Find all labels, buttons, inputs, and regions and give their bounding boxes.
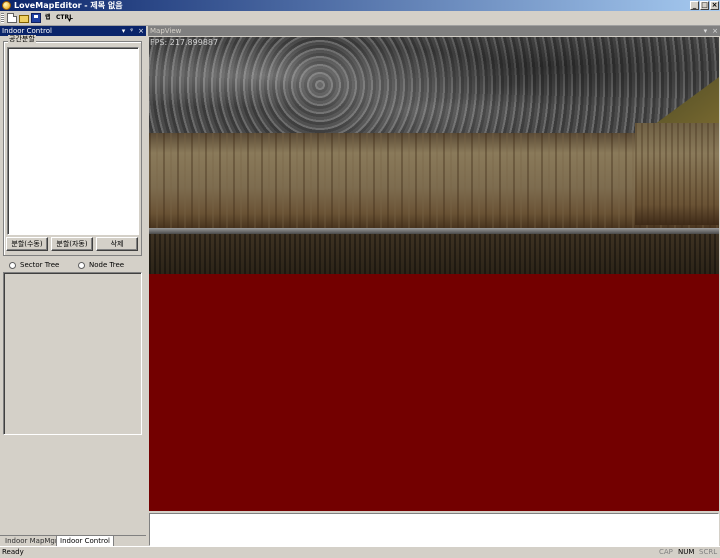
output-box[interactable] xyxy=(149,513,719,546)
space-partition-list[interactable] xyxy=(7,47,139,235)
new-file-icon[interactable] xyxy=(7,13,17,23)
map-view-pane: MapView ▾ × FPS: 217.899887 xyxy=(148,26,720,511)
save-disk-icon[interactable] xyxy=(31,13,41,23)
node-tree-radio[interactable] xyxy=(78,261,85,269)
split-manual-button[interactable]: 분할(수동) xyxy=(6,237,48,251)
sector-tree-option[interactable]: Sector Tree xyxy=(9,260,59,270)
indoor-control-pane: Indoor Control ▾ ᵠ × 공간분할 분할(수동) 분할(자동) … xyxy=(0,26,146,547)
map-view-close-icon[interactable]: × xyxy=(712,26,718,36)
pane-menu-icon[interactable]: ▾ xyxy=(122,26,126,36)
open-folder-icon[interactable] xyxy=(19,15,29,23)
fps-readout: FPS: 217.899887 xyxy=(150,38,219,47)
toolbar: 랩 CTRL ▾ xyxy=(0,11,720,26)
close-button[interactable]: × xyxy=(710,1,719,10)
map-view-title: MapView xyxy=(150,27,182,35)
split-auto-button[interactable]: 분할(자동) xyxy=(51,237,93,251)
map-view-buttons: ▾ × xyxy=(704,26,718,36)
pane-buttons: ▾ ᵠ × xyxy=(122,26,144,36)
node-tree-label: Node Tree xyxy=(89,261,125,269)
toolbar-grip[interactable] xyxy=(1,13,4,23)
group-label: 공간분할 xyxy=(8,35,36,43)
pane-close-icon[interactable]: × xyxy=(138,26,144,36)
sector-tree-radio[interactable] xyxy=(9,261,16,269)
delete-button[interactable]: 삭제 xyxy=(96,237,138,251)
wall-base xyxy=(149,234,719,274)
minimize-button[interactable]: _ xyxy=(690,1,699,10)
map-view-header[interactable]: MapView ▾ × xyxy=(148,26,720,36)
wall-corner xyxy=(635,123,719,225)
scroll-lock-indicator: SCRL xyxy=(699,548,718,556)
num-lock-indicator: NUM xyxy=(678,548,695,556)
window-title: LoveMapEditor - 제목 없음 xyxy=(14,1,123,10)
sector-tree-label: Sector Tree xyxy=(20,261,60,269)
tree-view[interactable] xyxy=(3,272,142,435)
window-controls: _ □ × xyxy=(690,1,719,10)
wall-texture xyxy=(149,133,719,233)
output-panel xyxy=(148,511,720,546)
status-text: Ready xyxy=(2,548,24,556)
status-bar: Ready CAP NUM SCRL xyxy=(0,546,720,558)
ceiling-texture xyxy=(149,37,719,133)
toolbar-dropdown-icon[interactable]: ▾ xyxy=(68,17,74,25)
map-viewport[interactable]: FPS: 217.899887 xyxy=(149,37,719,511)
pane-pin-icon[interactable]: ᵠ xyxy=(130,26,133,36)
pane-tabs: Indoor MapMgr Indoor Control xyxy=(0,535,146,547)
app-globe-icon[interactable] xyxy=(2,1,11,10)
title-bar: LoveMapEditor - 제목 없음 _ □ × xyxy=(0,0,720,11)
caps-lock-indicator: CAP xyxy=(659,548,673,556)
map-view-menu-icon[interactable]: ▾ xyxy=(704,26,708,36)
floor-surface xyxy=(149,274,719,511)
toolbar-text-button[interactable]: 랩 xyxy=(45,13,51,23)
node-tree-option[interactable]: Node Tree xyxy=(78,260,124,270)
maximize-button[interactable]: □ xyxy=(700,1,709,10)
